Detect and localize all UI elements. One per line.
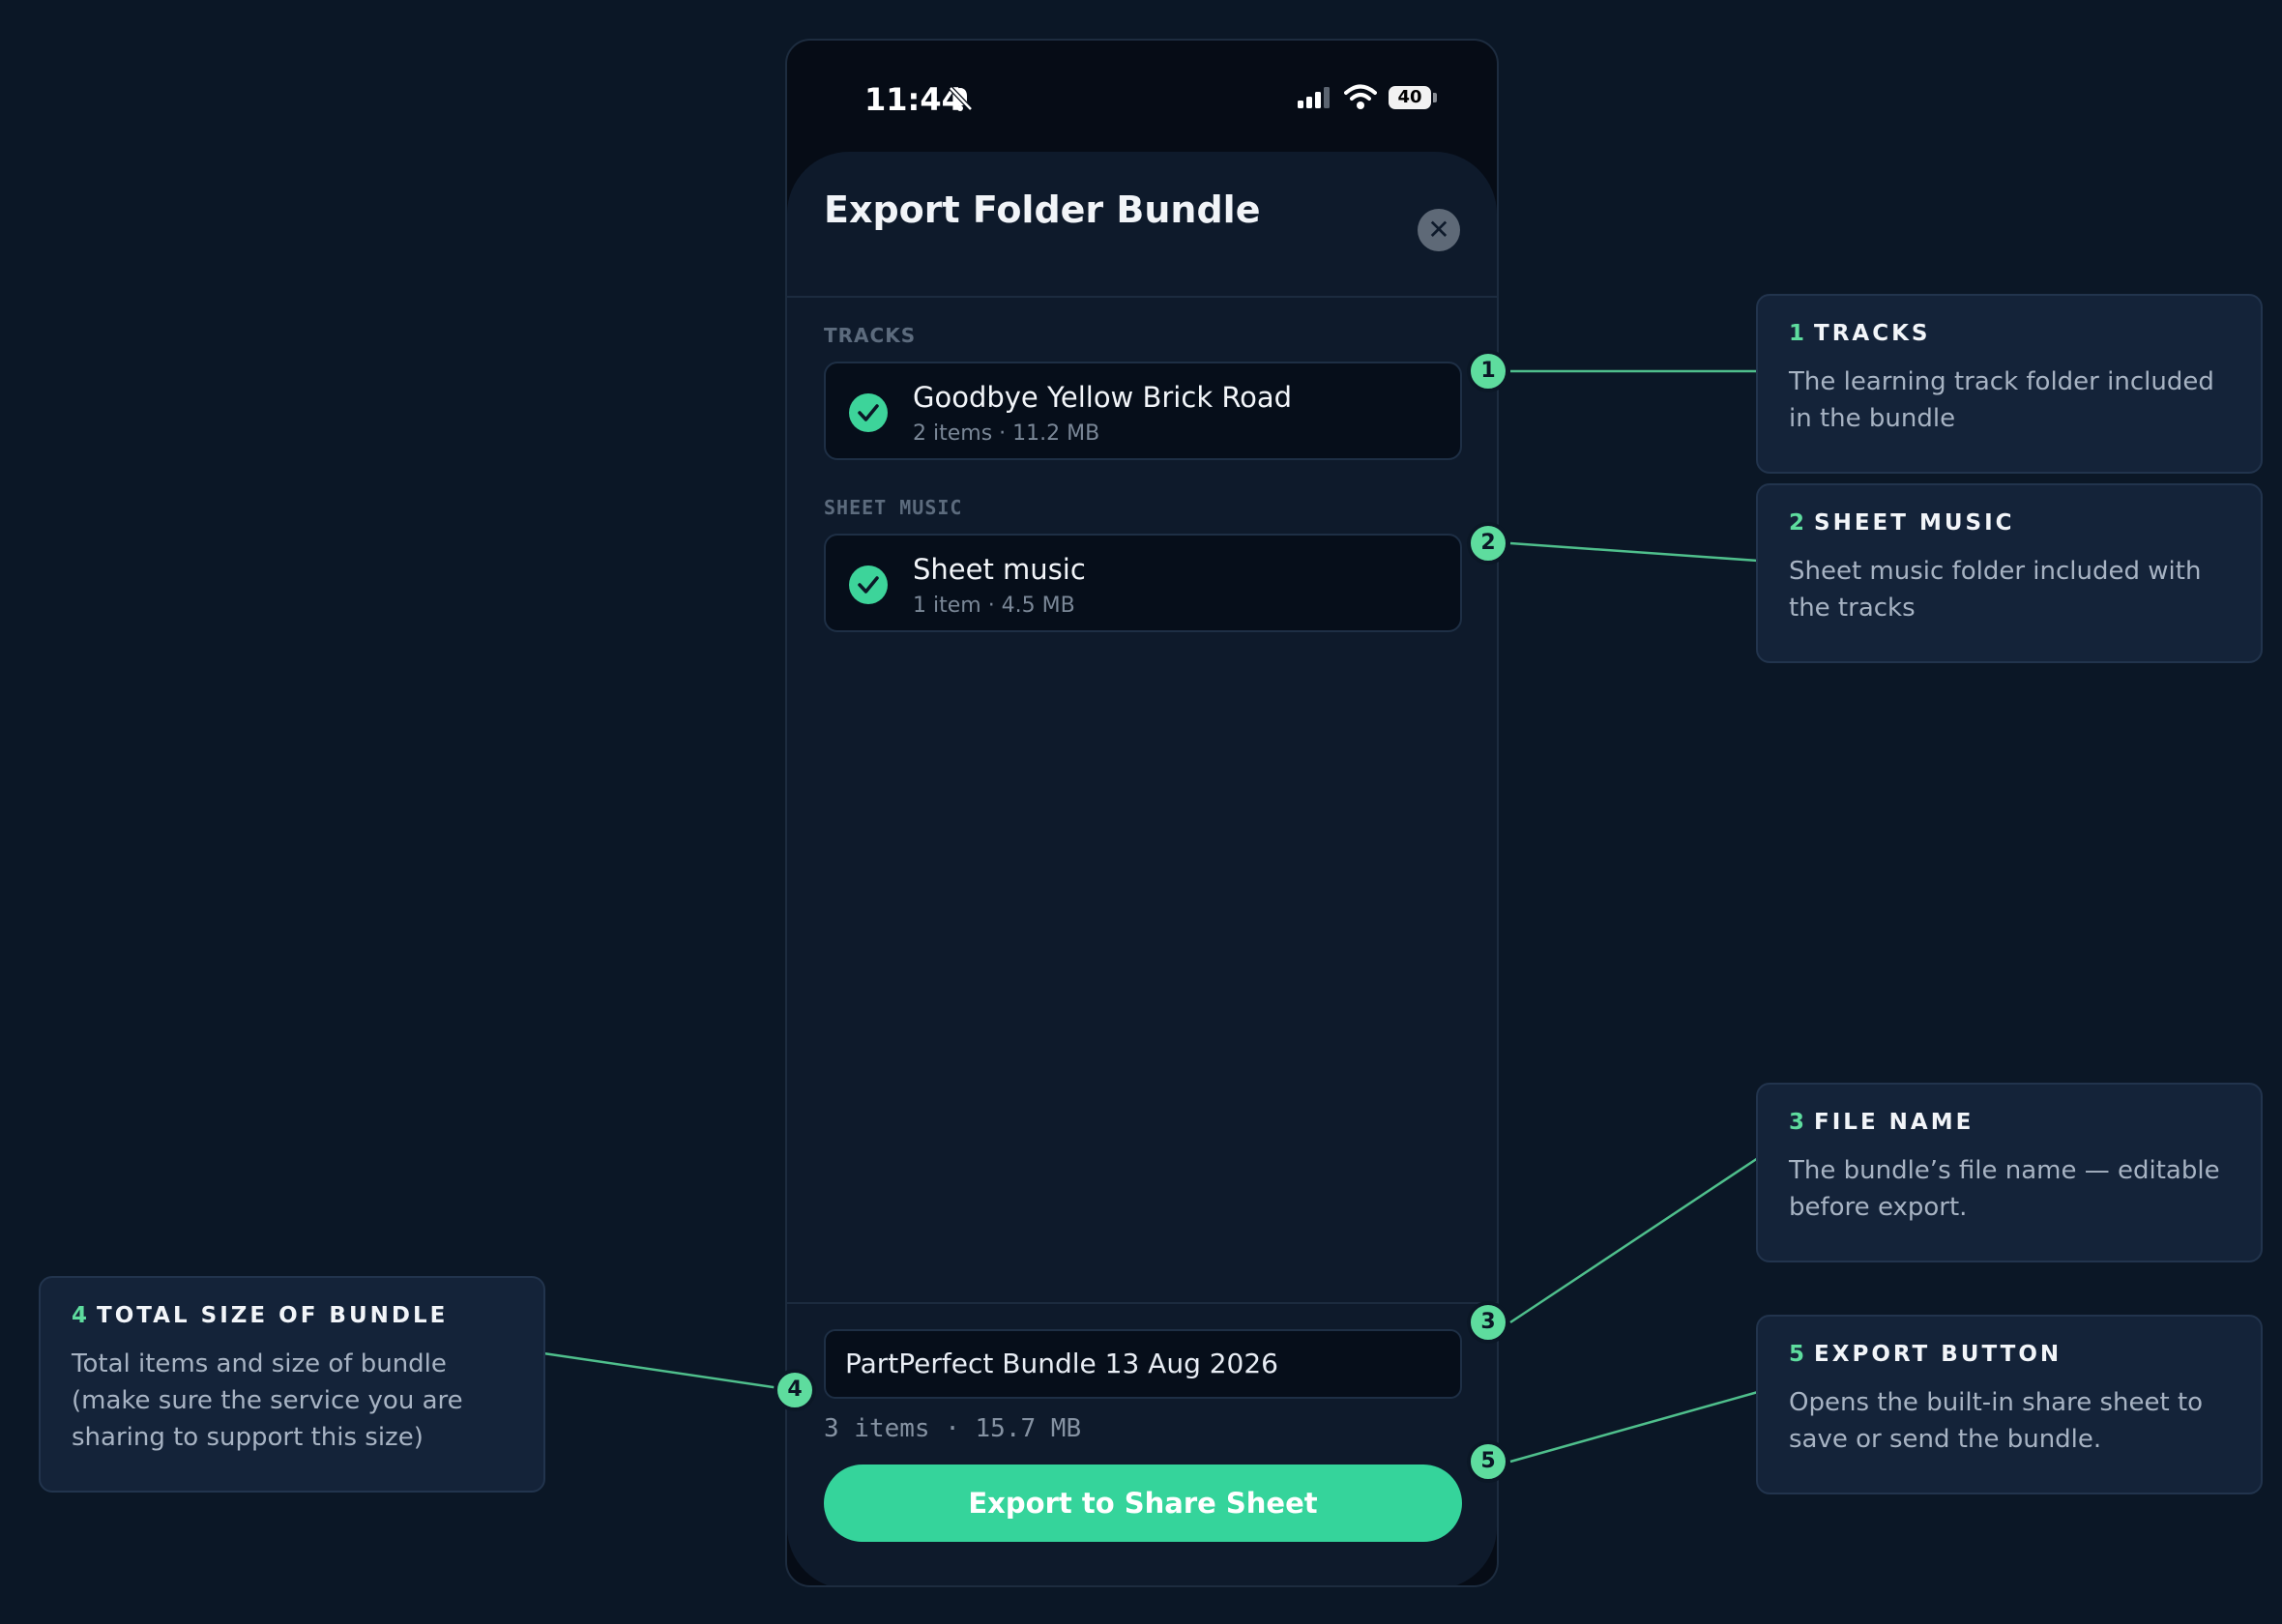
callout-body: Sheet music folder included with the tra…: [1789, 557, 2202, 623]
callout-body: The bundle’s file name — editable before…: [1789, 1156, 2220, 1222]
folder-name: Sheet music: [913, 553, 1086, 586]
callout-file-name: 3 FILE NAME The bundle’s file name — edit…: [1756, 1083, 2263, 1262]
header-divider: [787, 296, 1497, 298]
cellular-signal-icon: [1298, 87, 1332, 112]
callout-number: 4: [72, 1303, 88, 1328]
folder-meta: 1 item · 4.5 MB: [913, 594, 1075, 618]
callout-number: 5: [1789, 1342, 1805, 1367]
bundle-total-size: 3 items · 15.7 MB: [824, 1414, 1082, 1443]
file-name-field[interactable]: PartPerfect Bundle 13 Aug 2026: [824, 1329, 1462, 1399]
callout-body: The learning track folder included in th…: [1789, 367, 2214, 433]
callout-heading: 3 FILE NAME: [1789, 1110, 2230, 1135]
callout-number: 1: [1789, 321, 1805, 346]
callout-title: TOTAL SIZE OF BUNDLE: [97, 1303, 449, 1328]
wifi-icon: [1344, 83, 1377, 114]
callout-sheet-music: 2 SHEET MUSIC Sheet music folder included…: [1756, 483, 2263, 663]
marker-3: 3: [1467, 1301, 1509, 1344]
marker-1: 1: [1467, 350, 1509, 392]
checkmark-icon[interactable]: [849, 566, 888, 604]
callout-number: 2: [1789, 510, 1805, 536]
battery-icon: 40: [1389, 86, 1431, 109]
folder-row-tracks[interactable]: Goodbye Yellow Brick Road 2 items · 11.2…: [824, 362, 1462, 460]
footer-divider: [787, 1302, 1497, 1304]
callout-heading: 4 TOTAL SIZE OF BUNDLE: [72, 1303, 512, 1328]
callout-tracks: 1 TRACKS The learning track folder includ…: [1756, 294, 2263, 474]
callout-title: EXPORT BUTTON: [1814, 1342, 2063, 1367]
marker-2: 2: [1467, 522, 1509, 565]
callout-title: TRACKS: [1814, 321, 1931, 346]
close-icon: ✕: [1427, 214, 1450, 246]
folder-row-sheet-music[interactable]: Sheet music 1 item · 4.5 MB: [824, 534, 1462, 632]
callout-heading: 1 TRACKS: [1789, 321, 2230, 346]
marker-4: 4: [774, 1369, 816, 1411]
callout-number: 3: [1789, 1110, 1805, 1135]
sheet-title: Export Folder Bundle: [824, 188, 1261, 231]
section-label-tracks: TRACKS: [824, 324, 917, 347]
callout-heading: 2 SHEET MUSIC: [1789, 510, 2230, 536]
marker-5: 5: [1467, 1440, 1509, 1483]
callout-heading: 5 EXPORT BUTTON: [1789, 1342, 2230, 1367]
callout-title: FILE NAME: [1814, 1110, 1975, 1135]
callout-total-size: 4 TOTAL SIZE OF BUNDLE Total items and si…: [39, 1276, 545, 1493]
callout-export-button: 5 EXPORT BUTTON Opens the built-in share …: [1756, 1315, 2263, 1494]
battery-tip: [1433, 93, 1437, 102]
silent-bell-icon: [948, 85, 973, 116]
checkmark-icon[interactable]: [849, 393, 888, 432]
phone-frame: 11:44 40 Export Folder Bundle ✕ TRACKS G…: [785, 39, 1499, 1587]
close-button[interactable]: ✕: [1418, 209, 1460, 251]
section-label-sheet-music: SHEET MUSIC: [824, 496, 963, 519]
export-button[interactable]: Export to Share Sheet: [824, 1464, 1462, 1542]
status-bar: 11:44 40: [787, 41, 1497, 157]
callout-body: Total items and size of bundle (make sur…: [72, 1349, 463, 1452]
folder-name: Goodbye Yellow Brick Road: [913, 381, 1293, 414]
export-sheet: Export Folder Bundle ✕ TRACKS Goodbye Ye…: [787, 152, 1497, 1585]
callout-body: Opens the built-in share sheet to save o…: [1789, 1388, 2204, 1454]
folder-meta: 2 items · 11.2 MB: [913, 421, 1100, 446]
callout-title: SHEET MUSIC: [1814, 510, 2015, 536]
